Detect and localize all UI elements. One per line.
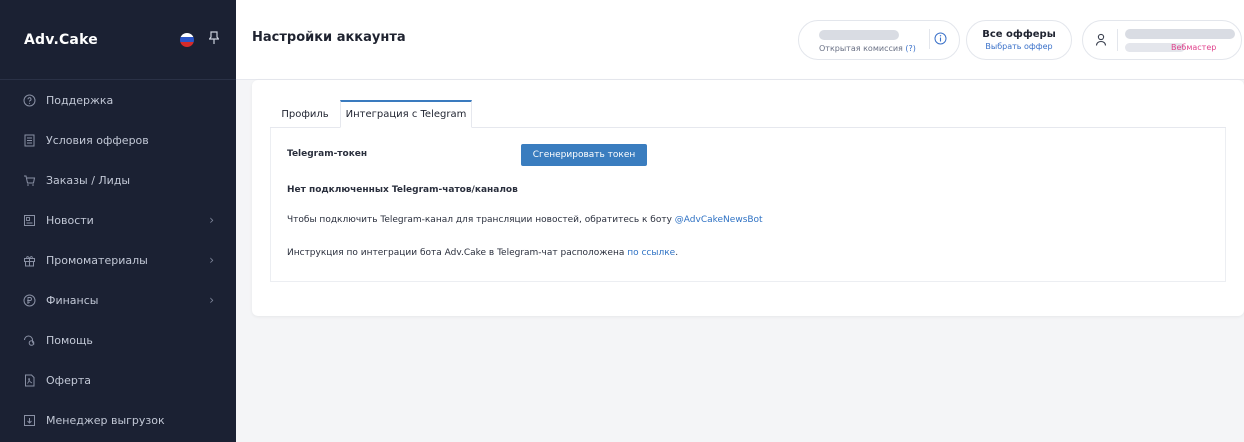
sidebar-item-5[interactable]: Промоматериалы › [0, 240, 236, 280]
no-chats-text: Нет подключенных Telegram-чатов/каналов [287, 185, 518, 195]
sidebar-item-label: Условия офферов [46, 133, 149, 147]
sidebar-item-6[interactable]: Финансы › [0, 280, 236, 320]
document-list-icon [22, 133, 36, 147]
token-label: Telegram-токен [287, 149, 367, 159]
pdf-document-icon [22, 373, 36, 387]
sidebar-item-7[interactable]: Помощь [0, 320, 236, 360]
sidebar-item-9[interactable]: Менеджер выгрузок [0, 400, 236, 440]
sidebar-item-label: Помощь [46, 333, 93, 347]
sidebar-item-label: Промоматериалы [46, 253, 148, 267]
sidebar: Adv.Cake Поддержка Условия офферов Заказы … [0, 0, 236, 442]
sidebar-header: Adv.Cake [0, 0, 236, 80]
user-menu[interactable]: Вебмастер [1082, 20, 1242, 60]
logo-text: Adv.Cake [24, 31, 98, 48]
sidebar-item-1[interactable]: Поддержка [0, 80, 236, 120]
connect-instructions: Чтобы подключить Telegram-канал для тран… [287, 215, 763, 225]
bot-link[interactable]: @AdvCakeNewsBot [675, 215, 763, 225]
integration-instructions: Инструкция по интеграции бота Adv.Cake в… [287, 248, 678, 258]
sidebar-nav: Поддержка Условия офферов Заказы / Лиды Нов… [0, 80, 236, 440]
settings-tabs: Профиль Интеграция с Telegram [270, 100, 1226, 128]
offers-selector[interactable]: Все офферы Выбрать оффер [966, 20, 1072, 60]
sidebar-item-4[interactable]: Новости › [0, 200, 236, 240]
instruction-text: Инструкция по интеграции бота Adv.Cake в… [287, 248, 628, 258]
connect-text: Чтобы подключить Telegram-канал для тран… [287, 215, 675, 225]
no-chats-heading: Нет подключенных Telegram-чатов/каналов [287, 185, 518, 195]
help-chat-icon [22, 333, 36, 347]
sidebar-item-label: Заказы / Лиды [46, 173, 131, 187]
user-divider [1117, 29, 1118, 51]
chevron-right-icon: › [209, 253, 214, 267]
help-circle-icon [22, 93, 36, 107]
select-offer-link[interactable]: Выбрать оффер [967, 42, 1071, 51]
sidebar-item-8[interactable]: Оферта [0, 360, 236, 400]
sidebar-item-label: Оферта [46, 373, 91, 387]
sidebar-item-2[interactable]: Условия офферов [0, 120, 236, 160]
commission-widget[interactable]: Открытая комиссия (?) [798, 20, 960, 60]
generate-token-button[interactable]: Сгенерировать токен [521, 144, 647, 166]
sidebar-item-label: Новости [46, 213, 94, 227]
user-icon [1095, 33, 1107, 46]
commission-label: Открытая комиссия [819, 44, 903, 53]
language-flag-icon[interactable] [180, 32, 194, 47]
settings-card: Профиль Интеграция с Telegram Telegram-т… [252, 80, 1244, 316]
chevron-right-icon: › [209, 293, 214, 307]
logo[interactable]: Adv.Cake [24, 32, 98, 48]
offers-title: Все офферы [982, 29, 1056, 40]
user-role: Вебмастер [1171, 43, 1217, 52]
commission-label-row: Открытая комиссия (?) [819, 44, 916, 53]
sidebar-item-label: Поддержка [46, 93, 114, 107]
sidebar-item-label: Менеджер выгрузок [46, 413, 165, 427]
info-icon [934, 32, 947, 45]
page-title: Настройки аккаунта [252, 30, 406, 45]
instruction-link[interactable]: по ссылке [627, 248, 675, 258]
commission-hint[interactable]: (?) [905, 44, 916, 53]
chevron-right-icon: › [209, 213, 214, 227]
cart-icon [22, 173, 36, 187]
instruction-end: . [675, 248, 679, 258]
sidebar-item-3[interactable]: Заказы / Лиды [0, 160, 236, 200]
download-box-icon [22, 413, 36, 427]
info-button[interactable] [929, 29, 949, 49]
user-name-placeholder [1125, 29, 1235, 39]
ruble-circle-icon [22, 293, 36, 307]
gift-icon [22, 253, 36, 267]
pin-icon[interactable] [208, 30, 220, 49]
tab-profile[interactable]: Профиль [270, 100, 340, 128]
header: Настройки аккаунта Открытая комиссия (?)… [236, 0, 1244, 80]
tab-telegram-integration[interactable]: Интеграция с Telegram [340, 100, 472, 128]
sidebar-item-label: Финансы [46, 293, 99, 307]
token-label-text: Telegram-токен [287, 149, 368, 159]
commission-value-placeholder [819, 30, 899, 40]
newspaper-icon [22, 213, 36, 227]
telegram-panel: Telegram-токен Сгенерировать токен Нет п… [270, 128, 1226, 282]
